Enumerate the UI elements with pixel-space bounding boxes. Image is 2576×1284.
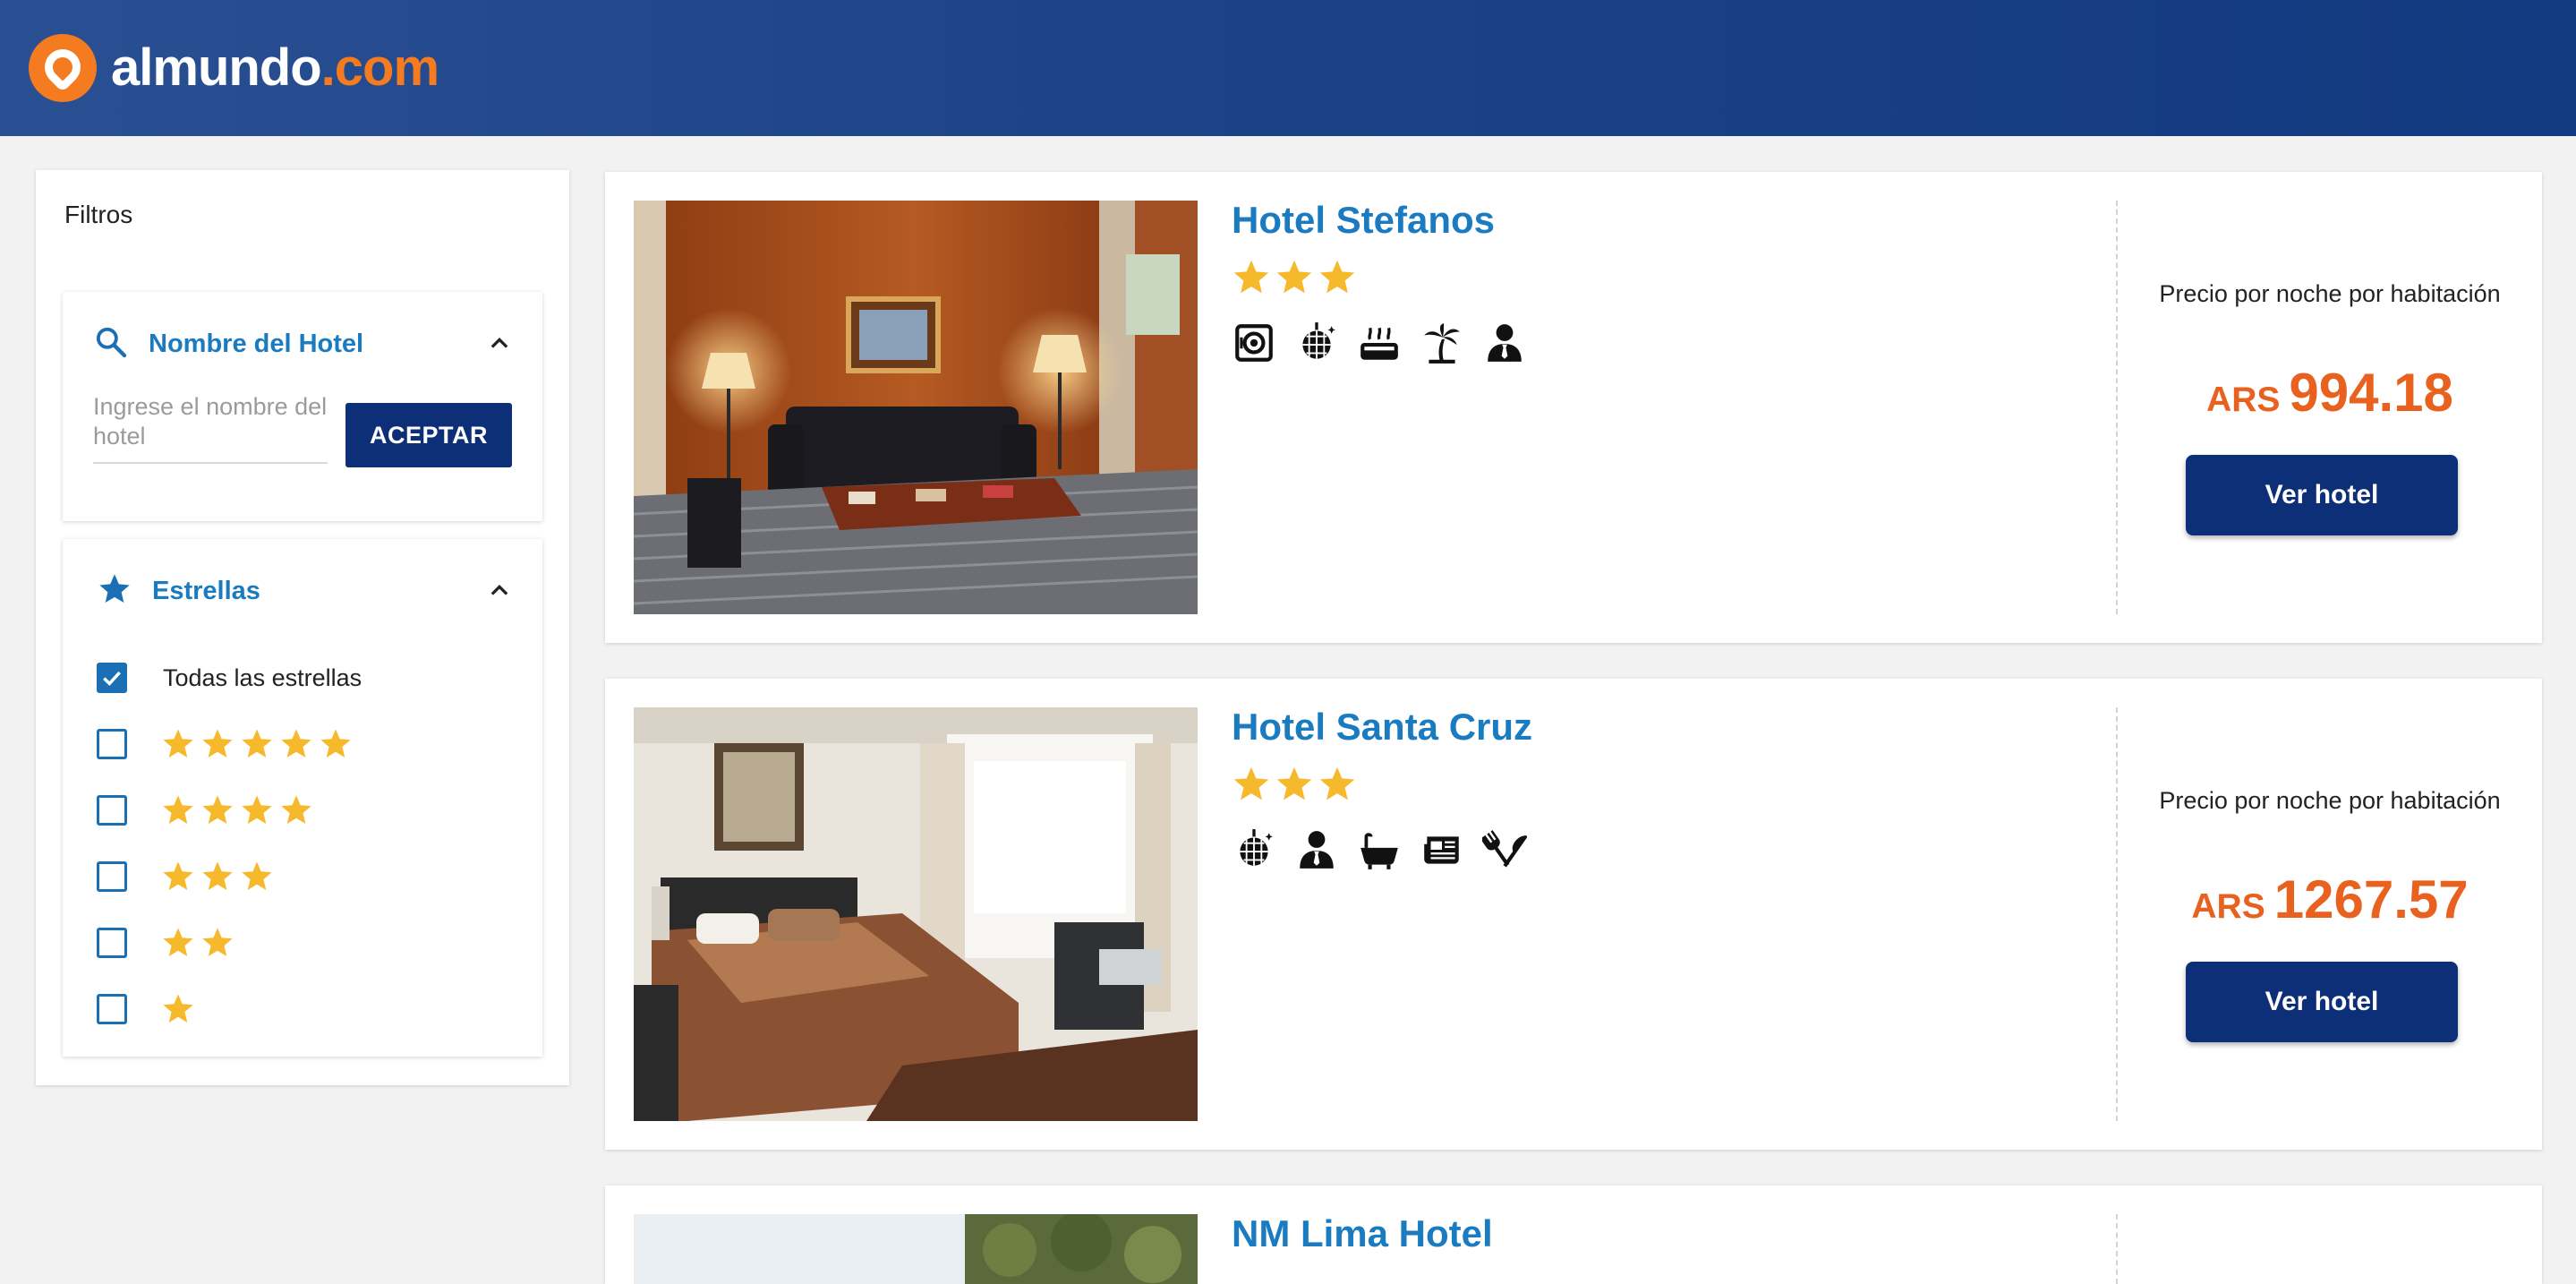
amenities-list bbox=[1232, 827, 1527, 872]
checkbox[interactable] bbox=[97, 994, 127, 1024]
star-option-3[interactable] bbox=[97, 843, 362, 910]
star-icon bbox=[242, 861, 272, 891]
star-rating bbox=[161, 926, 235, 960]
hotel-name-filter-header[interactable]: Nombre del Hotel bbox=[93, 324, 516, 364]
star-icon bbox=[202, 795, 233, 825]
star-icon bbox=[281, 795, 311, 825]
price-label: Precio por noche por habitación bbox=[2159, 787, 2501, 814]
star-icon bbox=[1319, 766, 1355, 800]
checkbox[interactable] bbox=[97, 928, 127, 958]
star-rating bbox=[161, 860, 274, 894]
price-currency: ARS bbox=[2206, 381, 2281, 419]
hotel-photo[interactable] bbox=[634, 707, 1198, 1121]
star-icon bbox=[202, 729, 233, 758]
stars-filter-title: Estrellas bbox=[152, 576, 260, 605]
newspaper-icon bbox=[1424, 836, 1459, 864]
star-icon bbox=[1276, 260, 1312, 294]
all-stars-label: Todas las estrellas bbox=[163, 663, 363, 691]
search-icon bbox=[93, 324, 129, 364]
view-hotel-button[interactable]: Ver hotel bbox=[2186, 962, 2458, 1042]
price: ARS 1267.57 bbox=[2118, 869, 2542, 930]
star-rating bbox=[161, 727, 353, 761]
hotel-name-input[interactable] bbox=[93, 392, 328, 464]
hotel-name-filter-title: Nombre del Hotel bbox=[149, 329, 364, 358]
amenities-list bbox=[1232, 321, 1527, 365]
hotel-star-rating bbox=[1232, 258, 1357, 297]
checkbox[interactable] bbox=[97, 795, 127, 826]
logo-word: almundo bbox=[111, 39, 322, 97]
divider bbox=[2116, 1214, 2118, 1284]
restaurant-icon bbox=[1482, 830, 1527, 868]
hotel-result-card: Hotel Santa Cruz Precio por noche por ha… bbox=[605, 679, 2542, 1150]
star-option-4[interactable] bbox=[97, 777, 362, 843]
chevron-up-icon[interactable] bbox=[483, 575, 516, 607]
star-rating bbox=[161, 992, 195, 1026]
hotel-result-card: NM Lima Hotel bbox=[605, 1186, 2542, 1284]
star-icon bbox=[242, 795, 272, 825]
logo-tld: .com bbox=[320, 39, 439, 97]
view-hotel-button[interactable]: Ver hotel bbox=[2186, 455, 2458, 535]
logo-text: almundo.com bbox=[111, 42, 439, 94]
disco-ball-icon bbox=[1302, 322, 1335, 359]
price-box: Precio por noche por habitación ARS 1267.… bbox=[2118, 679, 2542, 1150]
star-icon bbox=[320, 729, 351, 758]
disco-ball-icon bbox=[1240, 829, 1273, 866]
hotel-star-rating bbox=[1232, 765, 1357, 804]
hotel-result-card: Hotel Stefanos Precio por noche por habi… bbox=[605, 172, 2542, 643]
hotel-name-filter: Nombre del Hotel ACEPTAR bbox=[63, 292, 542, 521]
star-icon bbox=[163, 861, 193, 891]
checkbox[interactable] bbox=[97, 861, 127, 892]
hotel-name[interactable]: Hotel Santa Cruz bbox=[1232, 706, 1532, 749]
star-icon bbox=[163, 795, 193, 825]
top-bar: almundo.com bbox=[0, 0, 2576, 136]
star-icon bbox=[163, 729, 193, 758]
hotel-name[interactable]: NM Lima Hotel bbox=[1232, 1212, 1493, 1255]
price-amount: 994.18 bbox=[2289, 363, 2453, 423]
concierge-icon bbox=[1488, 324, 1522, 362]
star-icon bbox=[202, 928, 233, 957]
filters-sidebar: Filtros Nombre del Hotel ACEPTAR Estrell… bbox=[36, 170, 569, 1085]
price-box: Precio por noche por habitación ARS 994.1… bbox=[2118, 172, 2542, 643]
star-icon bbox=[1233, 766, 1269, 800]
star-option-all[interactable]: Todas las estrellas bbox=[97, 645, 362, 711]
star-icon bbox=[163, 928, 193, 957]
checkbox[interactable] bbox=[97, 729, 127, 759]
star-icon bbox=[1319, 260, 1355, 294]
safe-box-icon bbox=[1235, 324, 1273, 362]
pin-icon bbox=[29, 34, 97, 102]
star-icon bbox=[242, 729, 272, 758]
star-icon bbox=[97, 571, 132, 612]
chevron-up-icon[interactable] bbox=[483, 328, 516, 360]
star-rating bbox=[161, 793, 313, 827]
star-options: Todas las estrellas bbox=[97, 645, 362, 1042]
price: ARS 994.18 bbox=[2118, 362, 2542, 424]
hotel-photo[interactable] bbox=[634, 201, 1198, 614]
star-icon bbox=[281, 729, 311, 758]
hotel-photo[interactable] bbox=[634, 1214, 1198, 1284]
star-option-5[interactable] bbox=[97, 711, 362, 777]
stars-filter-header[interactable]: Estrellas bbox=[97, 571, 516, 611]
filters-title: Filtros bbox=[64, 201, 133, 228]
bathtub-icon bbox=[1361, 833, 1398, 869]
almundo-logo[interactable]: almundo.com bbox=[29, 32, 439, 104]
star-icon bbox=[1276, 766, 1312, 800]
checkbox-checked[interactable] bbox=[97, 663, 127, 693]
star-icon bbox=[163, 994, 193, 1023]
accept-button[interactable]: ACEPTAR bbox=[345, 403, 512, 467]
concierge-icon bbox=[1300, 831, 1334, 869]
star-icon bbox=[1233, 260, 1269, 294]
star-option-2[interactable] bbox=[97, 910, 362, 976]
price-currency: ARS bbox=[2191, 887, 2265, 926]
hotel-name[interactable]: Hotel Stefanos bbox=[1232, 199, 1495, 242]
hot-tub-icon bbox=[1361, 327, 1398, 360]
price-label: Precio por noche por habitación bbox=[2159, 280, 2501, 307]
price-amount: 1267.57 bbox=[2273, 869, 2469, 929]
stars-filter: Estrellas Todas las estrellas bbox=[63, 539, 542, 1057]
star-option-1[interactable] bbox=[97, 976, 362, 1042]
palm-tree-icon bbox=[1424, 323, 1460, 364]
star-icon bbox=[202, 861, 233, 891]
